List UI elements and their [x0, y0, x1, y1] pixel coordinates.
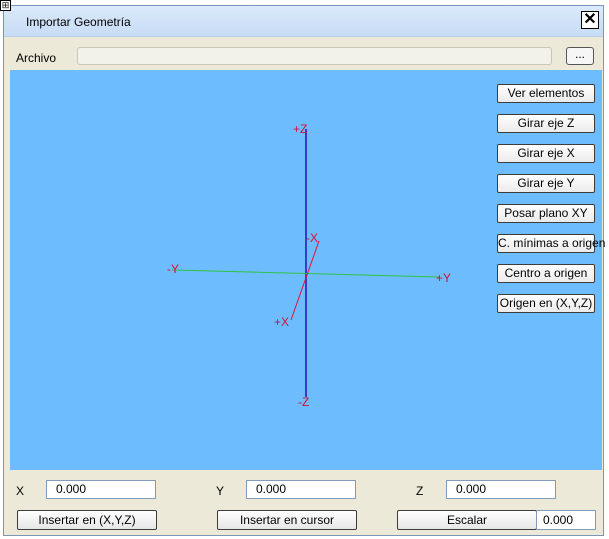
window-menu-icon[interactable]: ⊞: [0, 0, 11, 11]
label-plus-z: +Z: [293, 122, 307, 136]
rotate-x-button[interactable]: Girar eje X: [497, 144, 595, 163]
y-label: Y: [216, 484, 225, 498]
label-plus-x: +X: [274, 315, 289, 329]
scale-button[interactable]: Escalar: [397, 510, 537, 530]
close-icon: ✕: [583, 11, 597, 28]
label-plus-y: +Y: [436, 271, 451, 285]
insert-at-xyz-button[interactable]: Insertar en (X,Y,Z): [17, 510, 157, 530]
import-geometry-dialog: Importar Geometría ✕ Archivo ... +Z -Z +…: [3, 5, 605, 536]
y-input[interactable]: 0.000: [246, 480, 356, 499]
file-row: Archivo ...: [4, 37, 603, 70]
insert-at-cursor-button[interactable]: Insertar en cursor: [217, 510, 357, 530]
center-to-origin-button[interactable]: Centro a origen: [497, 264, 595, 283]
geometry-viewport[interactable]: +Z -Z +Y -Y +X -X Ver elementos Girar ej…: [10, 70, 605, 470]
origin-at-xyz-button[interactable]: Origen en (X,Y,Z): [497, 294, 595, 313]
label-minus-x: -X: [306, 231, 318, 245]
scale-input[interactable]: 0.000: [536, 510, 596, 530]
rotate-z-button[interactable]: Girar eje Z: [497, 114, 595, 133]
place-xy-plane-button[interactable]: Posar plano XY: [497, 204, 595, 223]
label-minus-y: -Y: [167, 262, 179, 276]
file-path-field[interactable]: [77, 47, 552, 65]
view-elements-button[interactable]: Ver elementos: [497, 84, 595, 103]
rotate-y-button[interactable]: Girar eje Y: [497, 174, 595, 193]
z-input[interactable]: 0.000: [446, 480, 556, 499]
dialog-title: Importar Geometría: [26, 15, 131, 29]
title-bar: Importar Geometría ✕: [4, 6, 603, 37]
z-label: Z: [416, 484, 424, 498]
close-button[interactable]: ✕: [581, 11, 599, 29]
x-input[interactable]: 0.000: [46, 480, 156, 499]
label-minus-z: -Z: [298, 395, 309, 409]
min-coords-to-origin-button[interactable]: C. mínimas a origen: [497, 234, 605, 253]
x-label: X: [16, 484, 25, 498]
file-label: Archivo: [16, 51, 57, 65]
bottom-panel: X 0.000 Y 0.000 Z 0.000 Insertar en (X,Y…: [4, 470, 603, 535]
browse-button[interactable]: ...: [566, 47, 594, 65]
